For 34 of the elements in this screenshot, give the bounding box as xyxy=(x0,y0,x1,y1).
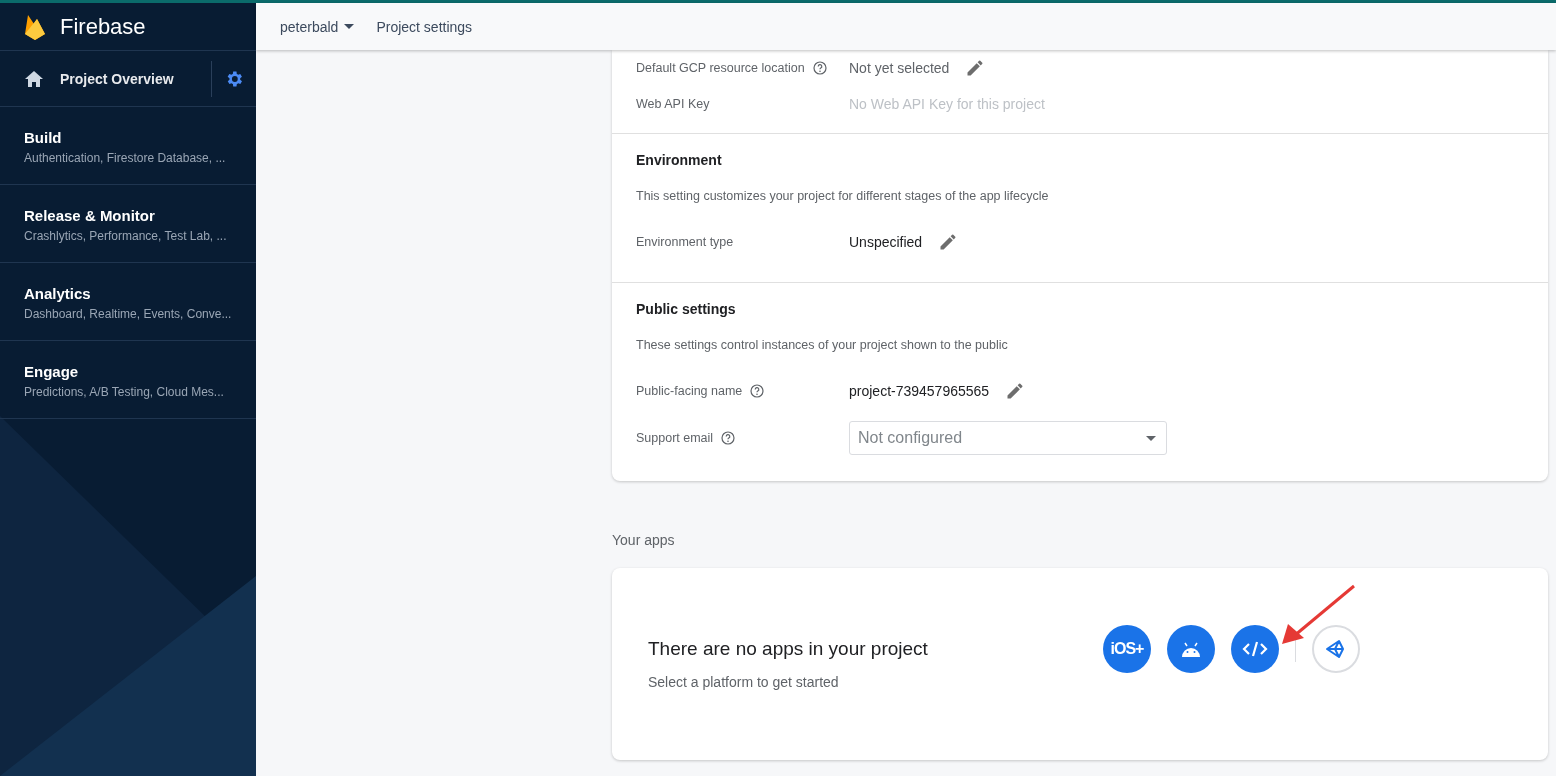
section-description: This setting customizes your project for different stages of the app lifecycle xyxy=(636,188,1050,205)
web-platform-button[interactable] xyxy=(1231,625,1279,673)
dropdown-caret-icon xyxy=(1146,435,1156,441)
field-label: Default GCP resource location xyxy=(636,61,805,75)
page-title: Project settings xyxy=(376,18,473,35)
android-platform-button[interactable] xyxy=(1167,625,1215,673)
section-heading: Your apps xyxy=(612,532,676,548)
home-icon xyxy=(24,69,44,88)
sidebar-category[interactable]: Analytics Dashboard, Realtime, Events, Conve... xyxy=(0,263,256,341)
flame-logo-icon xyxy=(24,13,46,40)
sidebar-category[interactable]: Release & Monitor Crashlytics, Performance, Test Lab, ... xyxy=(0,185,256,263)
section-description: These settings control instances of your project shown to the public xyxy=(636,337,1009,354)
sidebar-category[interactable]: Build Authentication, Firestore Database, ... xyxy=(0,107,256,185)
dropdown-caret-icon xyxy=(344,24,355,29)
field-label: Environment type xyxy=(636,235,734,249)
ios-platform-button[interactable]: iOS+ xyxy=(1103,625,1151,673)
support-email-select[interactable]: Not configured xyxy=(849,421,1167,455)
field-label: Public-facing name xyxy=(636,384,743,398)
empty-state-title: There are no apps in your project xyxy=(648,638,929,660)
section-title: Public settings xyxy=(636,300,737,319)
field-label: Support email xyxy=(636,431,714,445)
android-robot-icon xyxy=(1180,640,1202,658)
unity-platform-button[interactable] xyxy=(1312,625,1360,673)
field-value: project-739457965565 xyxy=(849,383,990,399)
brand-name: Firebase xyxy=(60,13,146,40)
field-value: Unspecified xyxy=(849,234,923,250)
sidebar-category[interactable]: Engage Predictions, A/B Testing, Cloud Mes... xyxy=(0,341,256,419)
section-title: Environment xyxy=(636,151,723,170)
field-value: Not yet selected xyxy=(849,60,950,76)
field-label: Web API Key xyxy=(636,97,710,111)
code-brackets-icon xyxy=(1242,640,1268,658)
empty-state-subtitle: Select a platform to get started xyxy=(648,674,840,690)
project-overview-link[interactable]: Project Overview xyxy=(24,69,211,88)
project-selector[interactable]: peterbald xyxy=(280,18,355,35)
